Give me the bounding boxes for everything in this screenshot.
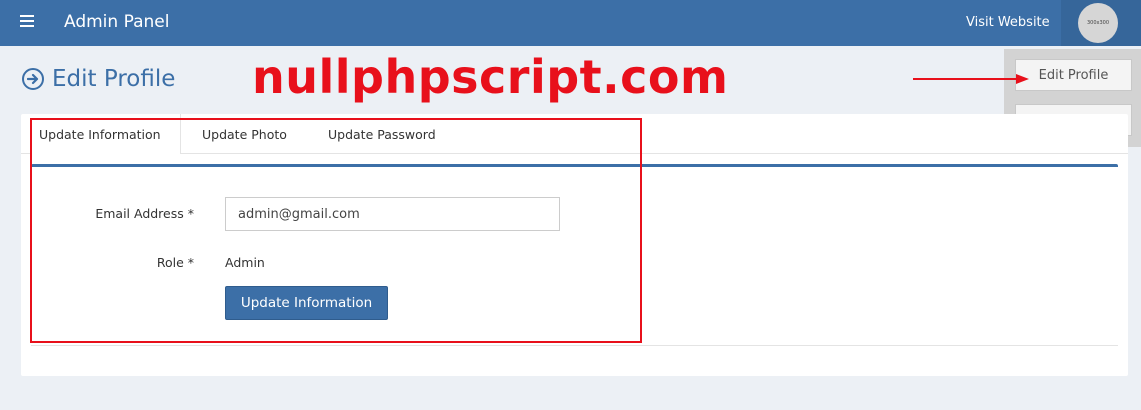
top-navbar: Admin Panel Visit Website 300x300 xyxy=(0,0,1141,46)
circle-arrow-right-icon xyxy=(22,68,44,90)
user-menu-toggle[interactable]: 300x300 xyxy=(1061,0,1141,46)
app-title: Admin Panel xyxy=(64,12,170,32)
annotation-arrow-icon xyxy=(913,74,1029,84)
page-header: Edit Profile xyxy=(22,66,175,92)
visit-website-link[interactable]: Visit Website xyxy=(966,15,1050,30)
annotation-highlight-box xyxy=(30,118,642,343)
hamburger-icon[interactable] xyxy=(20,15,34,27)
page-title: Edit Profile xyxy=(52,66,176,92)
avatar[interactable]: 300x300 xyxy=(1078,3,1118,43)
edit-profile-menu-item[interactable]: Edit Profile xyxy=(1015,59,1132,91)
watermark-text: nullphpscript.com xyxy=(252,50,729,104)
